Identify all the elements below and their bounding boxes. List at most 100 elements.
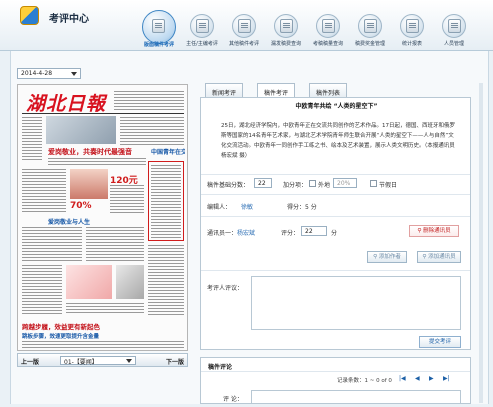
newspaper-page[interactable]: 湖北日報 爱岗敬业，共奏时代最强音 中国青年在交流 120元 70% 爱岗敬业与… (17, 84, 188, 351)
newspaper-icon (142, 10, 176, 44)
nav-item-layout-review[interactable]: 版面稿件考评 (138, 10, 180, 51)
divider (201, 174, 470, 175)
bonus-label: 加分项： (283, 182, 308, 189)
base-score-label: 稿件基础分数： (207, 182, 250, 189)
editor-name-link[interactable]: 徐敏 (241, 202, 253, 211)
nav-item-reports[interactable]: 统计报表 (391, 14, 433, 51)
last-page-icon[interactable]: ▶| (443, 375, 450, 382)
delete-reporter-button[interactable]: ⚲ 删除通讯员 (409, 225, 459, 237)
foreign-label: 外地 (318, 182, 331, 189)
tab-article-list[interactable]: 稿件列表 (309, 83, 348, 98)
chevron-down-icon (71, 72, 77, 76)
foreign-checkbox[interactable] (309, 180, 316, 187)
divider (22, 113, 184, 114)
text-column (151, 165, 181, 239)
nav-item-personnel[interactable]: 人员管理 (433, 14, 475, 51)
callout-number: 70% (70, 201, 92, 211)
chevron-down-icon (126, 359, 132, 363)
nav-label: 主任/主编考评 (186, 41, 218, 47)
add-reporter-button[interactable]: ⚲ 添加通讯员 (417, 251, 461, 263)
reporter-label: 通讯员一： (207, 230, 238, 237)
news-photo (70, 169, 108, 199)
text-column (86, 227, 144, 261)
nav-item-missed-fee[interactable]: 漏发稿费查询 (265, 14, 307, 51)
nav-label: 漏发稿费查询 (270, 41, 301, 47)
headline: 爱岗敬业与人生 (48, 219, 91, 226)
article-comments-panel: 稿件评论 记录条数：1 ~ 0 of 0 |◀ ◀ ▶ ▶| 评 论： (200, 357, 471, 404)
headline: 中国青年在交流 (151, 149, 185, 156)
text-column (22, 169, 66, 213)
headline: 爱岗敬业，共奏时代最强音 (48, 148, 132, 156)
headline: 跨越步履，效益更有新起色 (22, 323, 100, 331)
prev-page-icon[interactable]: ◀ (415, 375, 420, 382)
page-scrollbar[interactable] (479, 83, 483, 403)
holiday-checkbox[interactable] (370, 180, 377, 187)
nav-label: 稿费奖金管理 (354, 41, 385, 47)
page-navigator: 上一版 01-【要闻】 下一版 (17, 353, 188, 367)
nav-label: 人员管理 (443, 41, 464, 47)
reviewer-comment-textarea[interactable] (251, 276, 461, 330)
article-title: 中欧青年共绘 “人类的星空下” (295, 103, 378, 110)
director-icon (190, 14, 214, 38)
money-icon (358, 14, 382, 38)
news-photo (116, 265, 144, 299)
submit-review-button[interactable]: 提交考评 (419, 336, 461, 348)
app-logo-icon (20, 6, 39, 25)
article-body: 25日，湖北经济学院内，中欧青年正在交流共同创作的艺术作品。17日起，德国、西班… (221, 123, 456, 159)
editor-score: 得分：5 分 (287, 204, 317, 211)
divider (201, 216, 470, 217)
document-icon (232, 14, 256, 38)
nav-item-bonus-mgmt[interactable]: 稿费奖金管理 (349, 14, 391, 51)
masthead-info (114, 91, 184, 111)
headline: 跳板步骤，效速更取提升含金量 (22, 334, 100, 340)
news-photo (46, 116, 116, 144)
people-icon (442, 14, 466, 38)
record-count: 记录条数：1 ~ 0 of 0 (337, 378, 392, 384)
reporter-score-unit: 分 (331, 230, 338, 237)
nav-label: 考稿稿量查询 (312, 41, 343, 47)
next-page-icon[interactable]: ▶ (429, 375, 434, 382)
comment-textarea[interactable] (251, 390, 461, 404)
tab-news-review[interactable]: 新闻考评 (205, 83, 244, 98)
reporter-name-link[interactable]: 杨宏斌 (237, 228, 255, 237)
first-page-icon[interactable]: |◀ (399, 375, 406, 382)
comments-title: 稿件评论 (208, 364, 233, 371)
nav-item-volume-query[interactable]: 考稿稿量查询 (307, 14, 349, 51)
nav-label: 版面稿件考评 (143, 42, 174, 48)
prev-page-button[interactable]: 上一版 (21, 357, 39, 366)
nav-item-director-review[interactable]: 主任/主编考评 (181, 14, 223, 51)
editor-label: 编辑人： (207, 204, 232, 211)
divider (201, 194, 470, 195)
foreign-ratio-select[interactable]: 20% (333, 178, 357, 188)
text-column (110, 185, 144, 213)
page-select-value: 01-【要闻】 (64, 359, 98, 366)
add-author-label: 添加作者 (378, 254, 401, 260)
main-nav: 版面稿件考评 主任/主编考评 其他稿件考评 漏发稿费查询 考稿稿量查询 稿费奖金… (138, 10, 493, 51)
page-select[interactable]: 01-【要闻】 (60, 356, 136, 366)
app-header: 考评中心 版面稿件考评 主任/主编考评 其他稿件考评 漏发稿费查询 考稿稿量查询… (0, 0, 493, 51)
divider (201, 371, 470, 372)
text-column (22, 117, 42, 161)
date-select[interactable]: 2014-4-28 (17, 68, 81, 79)
text-column (120, 117, 184, 145)
text-column (148, 245, 184, 317)
search-fee-icon (274, 14, 298, 38)
text-column (22, 227, 82, 261)
add-reporter-label: 添加通讯员 (428, 254, 456, 260)
text-block (22, 341, 184, 349)
stats-query-icon (316, 14, 340, 38)
nav-label: 其他稿件考评 (228, 41, 259, 47)
reporter-score-input[interactable]: 22 (301, 226, 327, 236)
nav-item-other-review[interactable]: 其他稿件考评 (223, 14, 265, 51)
news-photo (66, 265, 112, 299)
divider (201, 270, 470, 271)
comment-field-label: 评 论： (223, 396, 243, 403)
delete-reporter-label: 删除通讯员 (423, 228, 451, 234)
text-block (66, 303, 144, 315)
newspaper-masthead: 湖北日報 (26, 93, 107, 115)
add-author-button[interactable]: ⚲ 添加作者 (367, 251, 407, 263)
next-page-button[interactable]: 下一版 (166, 357, 184, 366)
text-column (22, 265, 62, 315)
reporter-score-label: 评分： (281, 230, 300, 237)
base-score-input[interactable]: 22 (254, 178, 272, 188)
